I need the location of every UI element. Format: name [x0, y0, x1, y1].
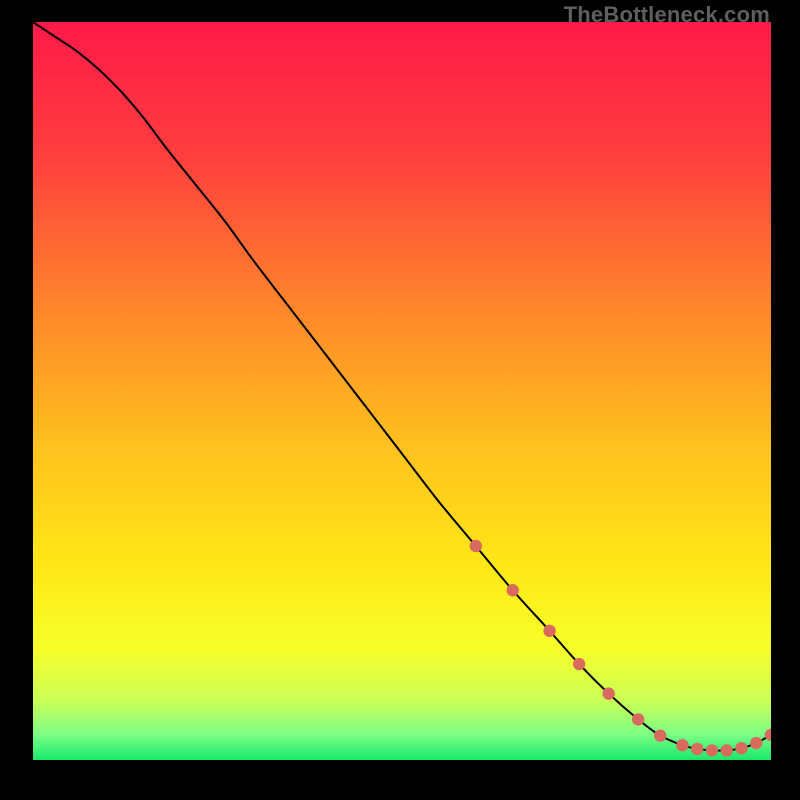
curve-dot	[543, 625, 555, 637]
curve-dot	[676, 739, 688, 751]
curve-dot	[750, 737, 762, 749]
curve-dot	[632, 713, 644, 725]
bottleneck-curve	[33, 22, 771, 751]
chart-curve-layer	[33, 22, 771, 760]
curve-dot	[735, 742, 747, 754]
curve-dot	[573, 658, 585, 670]
curve-dot	[706, 744, 718, 756]
chart-frame	[33, 22, 771, 760]
curve-dot	[721, 744, 733, 756]
curve-dot	[507, 584, 519, 596]
curve-dot	[691, 743, 703, 755]
curve-dot	[602, 687, 614, 699]
curve-dot	[470, 540, 482, 552]
curve-dots	[470, 540, 771, 757]
watermark-text: TheBottleneck.com	[564, 2, 770, 28]
curve-dot	[654, 729, 666, 741]
curve-dot	[765, 729, 771, 741]
